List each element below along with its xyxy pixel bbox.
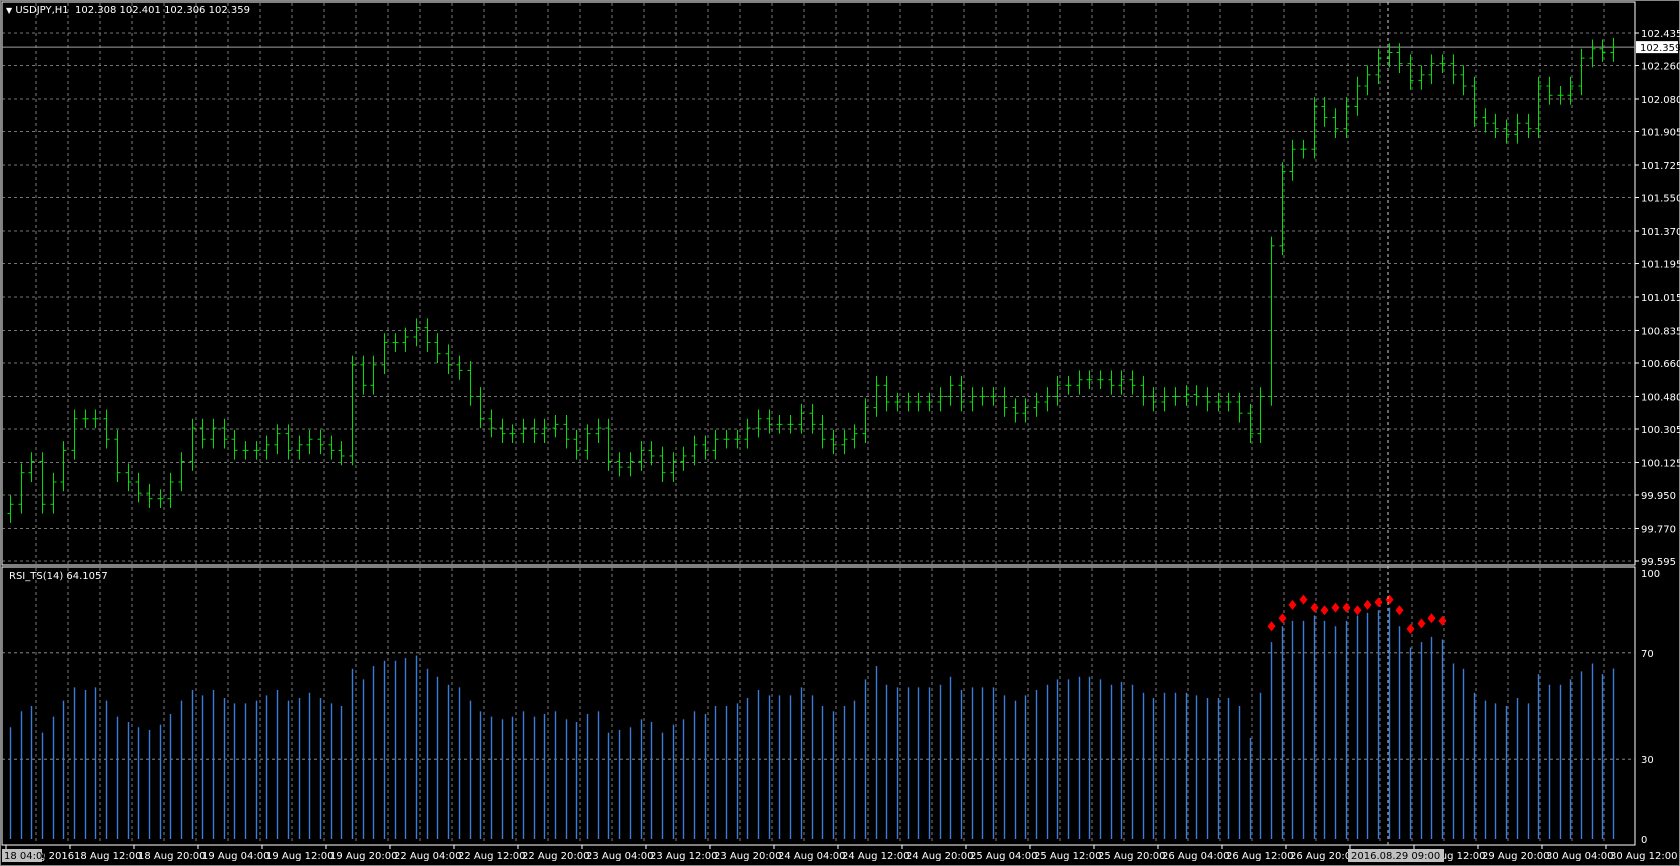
price-tick-label: 101.905	[1641, 128, 1680, 139]
time-label: 30 Aug 04:00	[1546, 851, 1613, 862]
overbought-marker	[1363, 599, 1372, 610]
current-price-label: 102.359	[1640, 43, 1680, 54]
price-tick-label: 101.015	[1641, 293, 1680, 304]
rsi-level-label: 70	[1641, 649, 1654, 660]
price-tick-label: 100.660	[1641, 359, 1680, 370]
time-label: 22 Aug 12:00	[458, 851, 525, 862]
overbought-marker	[1331, 602, 1340, 613]
time-label: 23 Aug 12:00	[650, 851, 717, 862]
price-tick-label: 99.770	[1641, 524, 1676, 535]
time-label: 19 Aug 20:00	[330, 851, 397, 862]
time-label: 29 Aug 20:00	[1482, 851, 1549, 862]
overbought-marker	[1395, 605, 1404, 616]
time-label: 24 Aug 04:00	[778, 851, 845, 862]
triangle-down-icon[interactable]: ▼	[6, 6, 12, 15]
time-label: 23 Aug 20:00	[714, 851, 781, 862]
overbought-marker	[1288, 599, 1297, 610]
overbought-marker	[1406, 623, 1415, 634]
price-tick-label: 102.435	[1641, 29, 1680, 40]
price-tick-label: 101.370	[1641, 227, 1680, 238]
time-label: 18 Aug 20:00	[138, 851, 205, 862]
time-label: 26 Aug 20:00	[1290, 851, 1357, 862]
price-tick-label: 101.725	[1641, 161, 1680, 172]
price-tick-label: 101.550	[1641, 194, 1680, 205]
overbought-marker	[1438, 615, 1447, 626]
symbol-label: USDJPY,H1	[15, 5, 69, 16]
indicator-label: RSI_TS(14) 64.1057	[9, 571, 108, 582]
time-label: 25 Aug 12:00	[1034, 851, 1101, 862]
rsi-level-label: 30	[1641, 755, 1654, 766]
time-label: 22 Aug 20:00	[522, 851, 589, 862]
overbought-marker	[1299, 594, 1308, 605]
time-label: 26 Aug 12:00	[1226, 851, 1293, 862]
time-label: 18 Aug 12:00	[74, 851, 141, 862]
overbought-marker	[1342, 602, 1351, 613]
chart-header: ▼ USDJPY,H1 102.308 102.401 102.306 102.…	[6, 5, 250, 16]
overbought-marker	[1310, 602, 1319, 613]
price-tick-label: 102.080	[1641, 95, 1680, 106]
price-tick-label: 100.125	[1641, 458, 1680, 469]
rsi-level-label: 100	[1641, 569, 1660, 580]
overbought-marker	[1385, 594, 1394, 605]
time-label: 25 Aug 20:00	[1098, 851, 1165, 862]
crosshair-time-label: 2016.08.29 09:00	[1351, 851, 1440, 862]
time-label: 22 Aug 04:00	[394, 851, 461, 862]
price-tick-label: 99.595	[1641, 557, 1676, 568]
time-highlight-label: 18 04:00	[4, 851, 49, 862]
overbought-marker	[1278, 613, 1287, 624]
price-tick-label: 100.835	[1641, 326, 1680, 337]
time-label: 30 Aug 12:00	[1610, 851, 1677, 862]
time-label: 19 Aug 12:00	[266, 851, 333, 862]
price-tick-label: 102.260	[1641, 62, 1680, 73]
overbought-marker	[1374, 597, 1383, 608]
overbought-marker	[1267, 621, 1276, 632]
price-tick-label: 99.950	[1641, 491, 1676, 502]
time-label: 24 Aug 20:00	[906, 851, 973, 862]
price-tick-label: 100.480	[1641, 392, 1680, 403]
overbought-marker	[1353, 605, 1362, 616]
chart-canvas[interactable]: 102.435 102.260 102.080 101.905 101.725 101.5…	[0, 0, 1680, 866]
price-tick-label: 100.305	[1641, 425, 1680, 436]
time-label: 19 Aug 04:00	[202, 851, 269, 862]
time-label: 25 Aug 04:00	[970, 851, 1037, 862]
ohlc-values: 102.308 102.401 102.306 102.359	[75, 5, 250, 16]
price-tick-label: 101.195	[1641, 260, 1680, 271]
overbought-marker	[1427, 613, 1436, 624]
time-label: 23 Aug 04:00	[586, 851, 653, 862]
overbought-marker	[1417, 618, 1426, 629]
overbought-marker	[1320, 605, 1329, 616]
main-panel	[1, 1, 1636, 566]
time-label: 24 Aug 12:00	[842, 851, 909, 862]
time-label: 26 Aug 04:00	[1162, 851, 1229, 862]
rsi-level-label: 0	[1641, 835, 1647, 846]
